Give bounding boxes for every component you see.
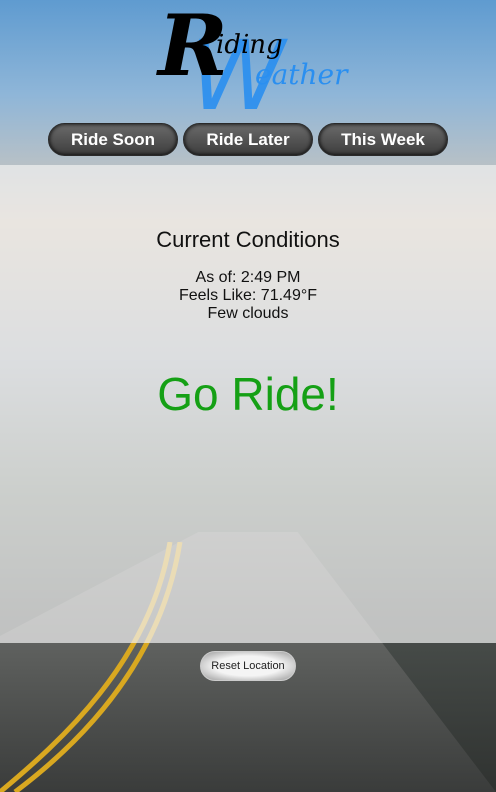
- tab-ride-soon[interactable]: Ride Soon: [48, 123, 178, 156]
- riding-weather-logo: WR iding eather: [158, 0, 348, 132]
- forecast-tabs: Ride Soon Ride Later This Week: [48, 123, 448, 156]
- as-of-time: As of: 2:49 PM: [195, 269, 301, 286]
- weather-description: Few clouds: [207, 305, 289, 322]
- feels-like: Feels Like: 71.49°F: [178, 287, 318, 304]
- conditions-title: Current Conditions: [156, 227, 340, 252]
- header: WR iding eather Ride Soon Ride Later This…: [0, 0, 496, 165]
- reset-location-button[interactable]: Reset Location: [200, 651, 296, 681]
- tab-this-week[interactable]: This Week: [318, 123, 448, 156]
- tab-ride-later[interactable]: Ride Later: [183, 123, 313, 156]
- ride-verdict: Go Ride!: [157, 368, 339, 420]
- conditions-panel: Current Conditions As of: 2:49 PM Feels …: [0, 165, 496, 643]
